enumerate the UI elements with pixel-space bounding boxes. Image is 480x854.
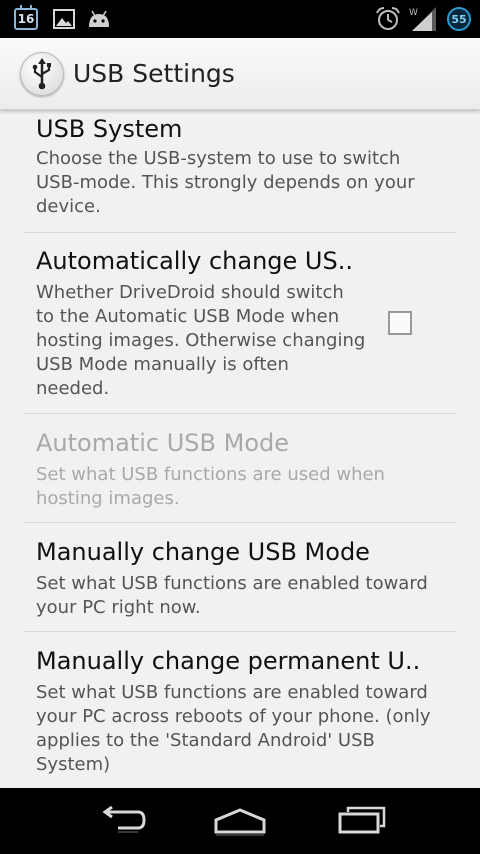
pref-summary: Set what USB functions are enabled towar…: [36, 682, 431, 775]
wifi-signal-icon: W: [408, 0, 438, 38]
android-icon: [86, 0, 112, 38]
image-icon: [52, 0, 76, 38]
page-title: USB Settings: [73, 59, 235, 88]
pref-title: Automatically change US..: [36, 247, 353, 275]
svg-text:W: W: [409, 8, 418, 18]
pref-title: Automatic USB Mode: [36, 429, 289, 457]
pref-summary: Choose the USB-system to use to switch U…: [36, 148, 415, 217]
pref-summary: Set what USB functions are used when hos…: [36, 464, 385, 509]
battery-icon: 55: [446, 0, 472, 38]
pref-summary: Set what USB functions are enabled towar…: [36, 573, 428, 618]
pref-usb-system[interactable]: USB System Choose the USB-system to use …: [24, 110, 456, 233]
pref-title: Manually change permanent U..: [36, 647, 421, 675]
back-icon[interactable]: [72, 788, 168, 854]
status-bar: 16 W 55: [0, 0, 480, 38]
battery-level: 55: [447, 7, 471, 31]
preference-list: USB System Choose the USB-system to use …: [0, 110, 480, 788]
pref-automatic-usb-mode: Automatic USB Mode Set what USB function…: [24, 414, 456, 523]
calendar-day: 16: [14, 5, 38, 30]
alarm-icon: [374, 0, 402, 38]
calendar-icon: 16: [12, 0, 40, 38]
pref-auto-change-usb[interactable]: Automatically change US.. Whether DriveD…: [24, 233, 456, 414]
pref-summary: Whether DriveDroid should switch to the …: [36, 282, 366, 399]
usb-icon[interactable]: [20, 51, 64, 96]
pref-title: USB System: [36, 115, 183, 143]
recent-apps-icon[interactable]: [314, 788, 410, 854]
pref-title: Manually change USB Mode: [36, 538, 370, 566]
home-icon[interactable]: [192, 788, 288, 854]
auto-change-checkbox[interactable]: [388, 311, 412, 335]
action-bar: USB Settings: [0, 38, 480, 110]
pref-manual-permanent-usb-mode[interactable]: Manually change permanent U.. Set what U…: [24, 632, 456, 788]
pref-manual-usb-mode[interactable]: Manually change USB Mode Set what USB fu…: [24, 523, 456, 632]
navigation-bar: [0, 788, 480, 854]
